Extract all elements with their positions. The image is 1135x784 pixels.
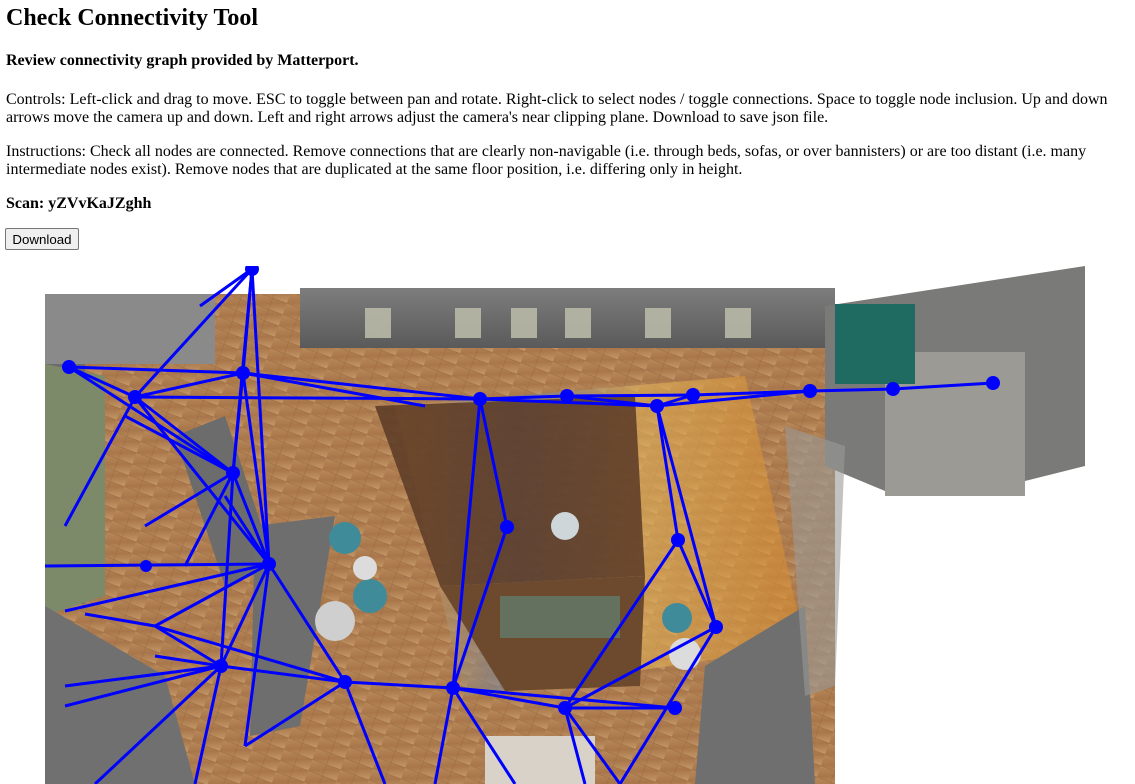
page-subtitle: Review connectivity graph provided by Ma… xyxy=(6,52,359,69)
page-title: Check Connectivity Tool xyxy=(6,5,259,31)
graph-node[interactable] xyxy=(262,557,276,571)
graph-node[interactable] xyxy=(500,520,514,534)
graph-node[interactable] xyxy=(560,389,574,403)
graph-node[interactable] xyxy=(214,659,228,673)
graph-node[interactable] xyxy=(236,366,250,380)
graph-node[interactable] xyxy=(558,701,572,715)
graph-node[interactable] xyxy=(62,360,76,374)
graph-node[interactable] xyxy=(886,382,900,396)
scan-label: Scan: yZVvKaJZghh xyxy=(6,195,152,212)
graph-node[interactable] xyxy=(986,376,1000,390)
scene-render[interactable] xyxy=(45,266,1090,784)
page: Check Connectivity Tool Review connectiv… xyxy=(0,0,1135,784)
graph-node[interactable] xyxy=(473,392,487,406)
controls-text: Controls: Left-click and drag to move. E… xyxy=(6,91,1108,126)
graph-node[interactable] xyxy=(140,560,152,572)
graph-node[interactable] xyxy=(226,466,240,480)
teal-panel xyxy=(835,304,915,384)
download-button[interactable]: Download xyxy=(5,228,79,250)
graph-node[interactable] xyxy=(668,701,682,715)
graph-node[interactable] xyxy=(338,675,352,689)
graph-node[interactable] xyxy=(671,533,685,547)
graph-node[interactable] xyxy=(128,390,142,404)
3d-viewer-canvas[interactable] xyxy=(45,266,1090,784)
graph-node[interactable] xyxy=(650,399,664,413)
left-wall xyxy=(45,294,215,364)
graph-node[interactable] xyxy=(686,388,700,402)
graph-node[interactable] xyxy=(803,384,817,398)
instructions-text: Instructions: Check all nodes are connec… xyxy=(6,143,1087,178)
graph-node[interactable] xyxy=(446,681,460,695)
graph-node[interactable] xyxy=(709,620,723,634)
